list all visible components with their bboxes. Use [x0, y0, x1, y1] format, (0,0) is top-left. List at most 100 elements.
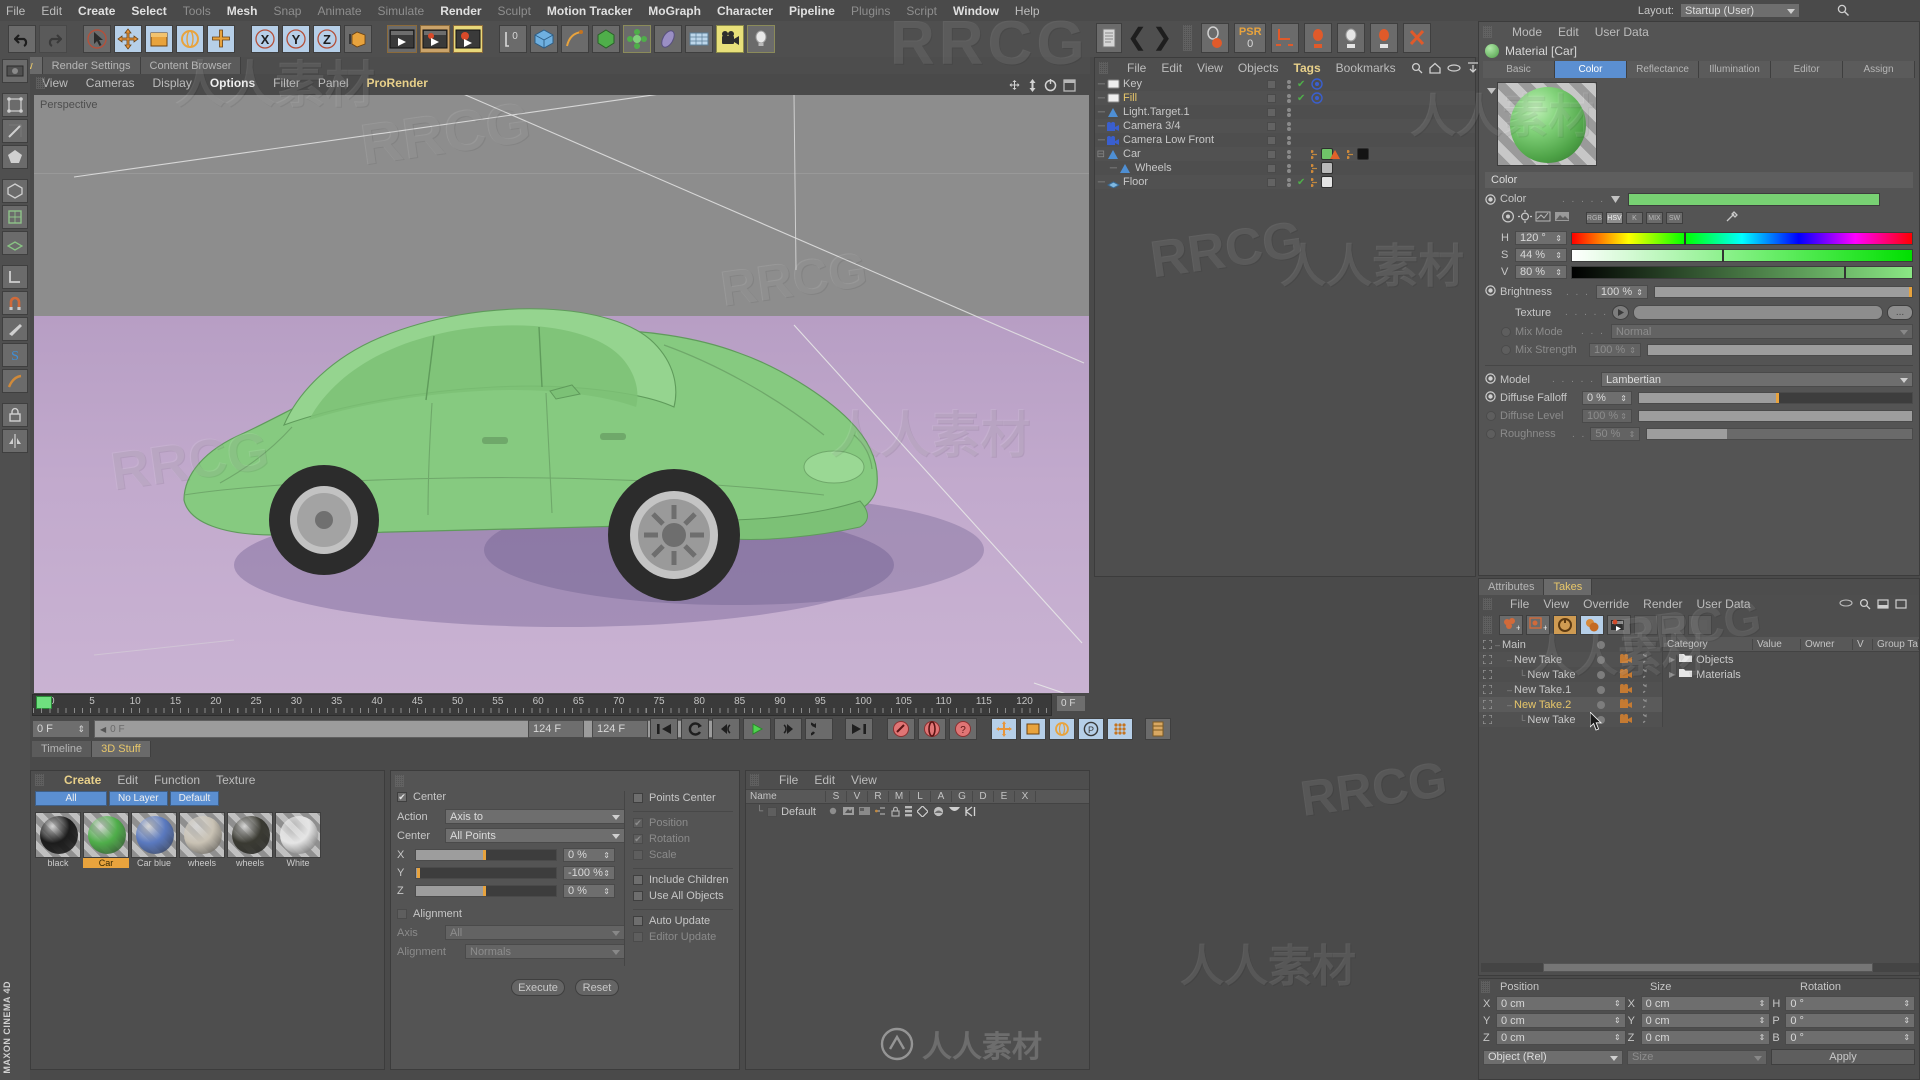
takes-fullscreen-icon[interactable]	[1895, 598, 1907, 610]
brightness-row[interactable]: Brightness . . . 100 % ⇕	[1485, 285, 1913, 299]
menu-item-animate[interactable]: Animate	[317, 4, 361, 18]
menu-item-character[interactable]: Character	[717, 4, 773, 18]
delete-key-button[interactable]	[1403, 23, 1431, 53]
coord-row[interactable]: Z0 cm⇕Z0 cm⇕B0 °⇕	[1479, 1029, 1919, 1046]
menu-item-mesh[interactable]: Mesh	[227, 4, 258, 18]
object-visibility-dots[interactable]	[1287, 150, 1291, 159]
environment-button[interactable]	[654, 25, 682, 53]
take-active-dot[interactable]	[1597, 686, 1605, 694]
key-scale-toggle[interactable]	[1020, 718, 1046, 740]
viewport-tab-content-browser[interactable]: Content Browser	[141, 57, 242, 74]
object-row[interactable]: ─Floor✔	[1095, 175, 1475, 189]
structure-menubar[interactable]: FileEditView	[746, 771, 1089, 789]
take-row[interactable]: –New Take.2	[1479, 697, 1662, 712]
alignment-mode-row[interactable]: Alignment Normals	[397, 944, 647, 959]
option-checkbox[interactable]	[633, 793, 643, 803]
psr-toolbar-cluster[interactable]: ❮ ❯ PSR 0	[1096, 23, 1431, 53]
timeline-current-frame-field[interactable]: 0 F	[1056, 695, 1086, 712]
viewport-menu-filter[interactable]: Filter	[273, 76, 300, 90]
takes-overrides[interactable]: CategoryValueOwnerVGroup Ta ▶Objects▶Mat…	[1663, 637, 1919, 727]
object-tag-target-tag[interactable]	[1311, 92, 1323, 104]
swatch-mode-button[interactable]: SW	[1666, 212, 1683, 224]
coord-field[interactable]: 0 °⇕	[1785, 996, 1915, 1011]
objmgr-menu-file[interactable]: File	[1127, 61, 1146, 75]
tool-symmetry-icon[interactable]	[2, 429, 28, 453]
material-tab-reflectance[interactable]: Reflectance	[1627, 61, 1699, 78]
menu-item-plugins[interactable]: Plugins	[851, 4, 890, 18]
coord-field[interactable]: 0 cm⇕	[1641, 996, 1771, 1011]
home-icon[interactable]	[1429, 62, 1441, 74]
mix-mode-dropdown[interactable]: Normal	[1611, 324, 1913, 339]
color-row[interactable]: Color . . . . .	[1485, 192, 1913, 206]
coord-position-x[interactable]: X0 cm⇕	[1483, 996, 1626, 1011]
null-object-button[interactable]: 0	[499, 25, 527, 53]
takes-menubar[interactable]: FileViewOverrideRenderUser Data	[1479, 595, 1919, 613]
matbrowser-menu-create[interactable]: Create	[64, 773, 101, 787]
menu-item-motion-tracker[interactable]: Motion Tracker	[547, 4, 632, 18]
link-icon[interactable]	[1447, 62, 1461, 74]
deformer-button[interactable]	[623, 25, 651, 53]
option-position[interactable]: ✔Position	[633, 817, 733, 829]
material-thumb-image[interactable]	[35, 812, 81, 858]
bottom-tab-timeline[interactable]: Timeline	[32, 741, 92, 757]
option-points-center[interactable]: Points Center	[633, 792, 733, 804]
generator-button[interactable]	[592, 25, 620, 53]
scale-key-button[interactable]	[1337, 23, 1365, 53]
go-to-start-button[interactable]	[650, 718, 678, 740]
structure-row-icons[interactable]	[828, 806, 976, 817]
object-tag-material-white[interactable]	[1311, 176, 1333, 188]
go-to-end-button[interactable]	[845, 718, 873, 740]
option-checkbox[interactable]	[633, 916, 643, 926]
reset-button[interactable]: Reset	[575, 979, 619, 996]
spline-pen-button[interactable]	[561, 25, 589, 53]
tool-axis-lock-icon[interactable]	[2, 265, 28, 289]
mateditor-menu-user-data[interactable]: User Data	[1595, 25, 1649, 39]
coord-apply-button[interactable]: Apply	[1771, 1049, 1915, 1065]
object-enable-checkbox[interactable]	[1267, 178, 1276, 187]
material-layer-tabs[interactable]: AllNo LayerDefault	[31, 789, 384, 808]
material-preview-large[interactable]	[1497, 82, 1597, 166]
object-row[interactable]: ⊟Car	[1095, 147, 1475, 161]
object-tree-toggle[interactable]: ─	[1095, 121, 1105, 132]
layout-dropdown[interactable]: Startup (User)	[1680, 3, 1800, 18]
material-thumb-image[interactable]	[83, 812, 129, 858]
takes-horizontal-scrollbar[interactable]	[1481, 963, 1919, 972]
texture-browse-button[interactable]: ...	[1887, 305, 1913, 320]
object-visible-check[interactable]: ✔	[1297, 79, 1305, 90]
axis-z-row[interactable]: Z0 %⇕	[397, 884, 647, 898]
diffuse-falloff-field[interactable]: 0 % ⇕	[1582, 391, 1632, 405]
tool-edge-mode-icon[interactable]	[2, 119, 28, 143]
material-thumb-list[interactable]: blackCarCar bluewheelswheelsWhite	[31, 808, 384, 872]
take-camera-icon[interactable]	[1619, 698, 1633, 712]
add-take-button[interactable]: +	[1499, 615, 1523, 635]
takes-menu-user-data[interactable]: User Data	[1697, 597, 1751, 611]
coord-rotation-h[interactable]: H0 °⇕	[1772, 996, 1915, 1011]
object-tree-toggle[interactable]: ─	[1095, 177, 1105, 188]
axis-slider-group[interactable]: X0 %⇕Y-100 %⇕Z0 %⇕	[397, 848, 647, 898]
object-enable-checkbox[interactable]	[1267, 108, 1276, 117]
object-tag-orange-tri[interactable]	[1329, 149, 1341, 160]
material-thumb[interactable]: Car blue	[131, 812, 177, 868]
takes-body[interactable]: –Main–New Take└New Take–New Take.1–New T…	[1479, 637, 1919, 727]
tool-polygon-mode-icon[interactable]	[2, 145, 28, 169]
material-thumb[interactable]: White	[275, 812, 321, 868]
render-settings-button[interactable]	[453, 25, 483, 53]
material-thumb[interactable]: wheels	[179, 812, 225, 868]
eyedropper-icon[interactable]	[1725, 210, 1739, 226]
hue-slider[interactable]	[1571, 232, 1913, 245]
object-tag-target-tag[interactable]	[1311, 78, 1323, 90]
material-layer-default[interactable]: Default	[170, 791, 220, 806]
tool-options-group[interactable]: Points Center✔Position✔RotationScaleIncl…	[633, 792, 733, 947]
objmgr-menu-view[interactable]: View	[1197, 61, 1223, 75]
coord-position-z[interactable]: Z0 cm⇕	[1483, 1030, 1626, 1045]
layout-split-button[interactable]	[1145, 718, 1171, 740]
takes-category-row[interactable]: ▶Objects	[1663, 652, 1919, 667]
take-reset-icon[interactable]	[1643, 698, 1654, 712]
maximize-view-icon[interactable]	[1063, 79, 1076, 92]
material-browser-menubar[interactable]: CreateEditFunctionTexture	[31, 771, 384, 789]
object-visibility-dots[interactable]	[1287, 164, 1291, 173]
camera-button[interactable]	[716, 25, 744, 53]
step-forward-button[interactable]	[774, 718, 802, 740]
action-row[interactable]: Action Axis to	[397, 809, 647, 824]
move-tool[interactable]	[114, 25, 142, 53]
